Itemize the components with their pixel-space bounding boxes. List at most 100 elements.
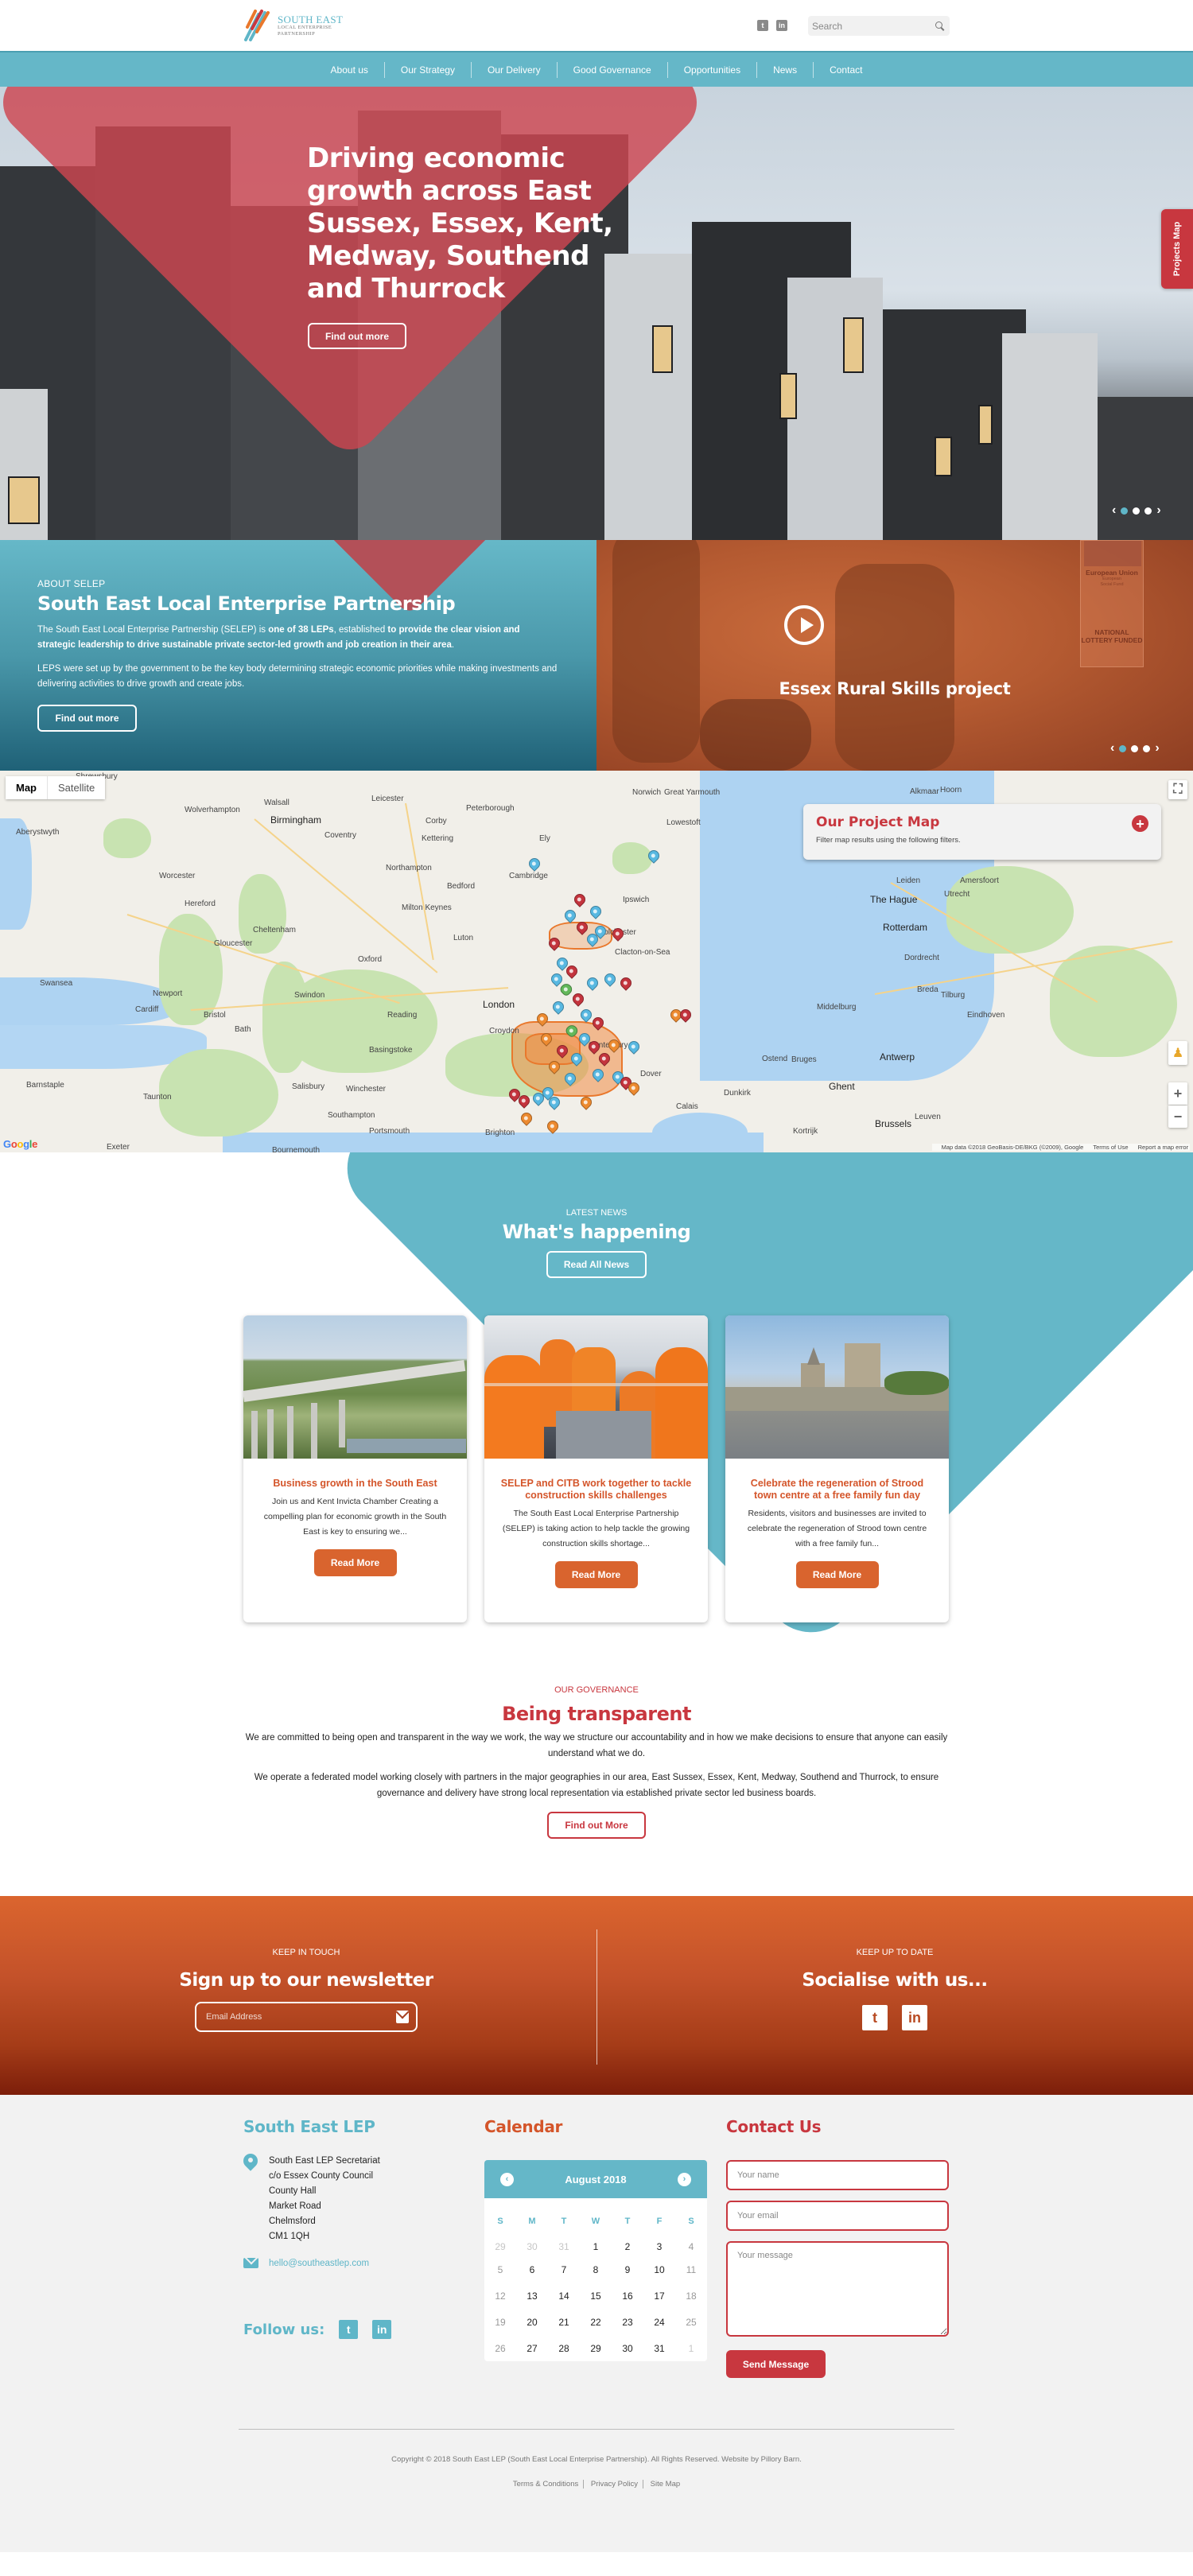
calendar-day[interactable]: 4 (675, 2230, 707, 2256)
twitter-icon[interactable]: t (757, 20, 768, 31)
zoom-in-button[interactable]: + (1168, 1082, 1187, 1105)
linkedin-icon[interactable]: in (372, 2320, 392, 2339)
terms-link[interactable]: Terms & Conditions (507, 2480, 585, 2489)
twitter-icon[interactable]: t (339, 2320, 359, 2339)
project-map[interactable]: ShrewsburyLeicesterPeterboroughWalsallWo… (0, 771, 1193, 1152)
hero-find-out-more-button[interactable]: Find out more (308, 323, 406, 349)
calendar-day[interactable]: 9 (612, 2256, 643, 2283)
calendar-day[interactable]: 19 (484, 2309, 516, 2335)
projects-map-tab[interactable]: Projects Map (1161, 209, 1193, 289)
map-pin-icon[interactable] (602, 971, 618, 987)
map-pin-icon[interactable] (618, 975, 634, 991)
map-terms-link[interactable]: Terms of Use (1093, 1144, 1128, 1151)
nav-good-governance[interactable]: Good Governance (558, 61, 668, 78)
hero-carousel-dot-3[interactable] (1144, 507, 1152, 515)
video-carousel-dot-2[interactable] (1131, 744, 1139, 752)
map-pin-icon[interactable] (626, 1039, 642, 1055)
map-pin-icon[interactable] (588, 903, 604, 919)
twitter-icon[interactable]: t (862, 2005, 888, 2030)
map-type-map-button[interactable]: Map (6, 776, 48, 799)
sitemap-link[interactable]: Site Map (646, 2480, 686, 2489)
calendar-day[interactable]: 17 (643, 2283, 675, 2309)
hero-prev-arrow-icon[interactable]: ‹ (1112, 504, 1116, 517)
calendar-day[interactable]: 18 (675, 2283, 707, 2309)
nav-news[interactable]: News (757, 61, 814, 78)
map-pin-icon[interactable] (578, 1094, 594, 1110)
contact-name-input[interactable] (726, 2160, 949, 2190)
news-card-title[interactable]: Celebrate the regeneration of Strood tow… (740, 1478, 935, 1502)
governance-find-out-more-button[interactable]: Find out More (547, 1812, 646, 1839)
calendar-day[interactable]: 12 (484, 2283, 516, 2309)
calendar-day[interactable]: 26 (484, 2335, 516, 2361)
calendar-day[interactable]: 29 (484, 2230, 516, 2256)
news-image-construction[interactable] (484, 1315, 708, 1459)
newsletter-email-input[interactable] (206, 2012, 396, 2022)
map-pin-icon[interactable] (519, 1110, 534, 1126)
map-pin-icon[interactable] (678, 1007, 694, 1023)
map-pin-icon[interactable] (570, 991, 586, 1007)
calendar-day[interactable]: 3 (643, 2230, 675, 2256)
calendar-day[interactable]: 31 (643, 2335, 675, 2361)
calendar-day[interactable]: 16 (612, 2283, 643, 2309)
read-all-news-button[interactable]: Read All News (546, 1251, 647, 1278)
nav-opportunities[interactable]: Opportunities (668, 61, 758, 78)
envelope-submit-icon[interactable] (396, 2011, 409, 2023)
contact-email-input[interactable] (726, 2201, 949, 2231)
nav-our-delivery[interactable]: Our Delivery (472, 61, 558, 78)
hero-next-arrow-icon[interactable]: › (1156, 504, 1160, 517)
calendar-next-icon[interactable]: › (678, 2172, 691, 2186)
calendar-day[interactable]: 11 (675, 2256, 707, 2283)
map-pin-icon[interactable] (527, 856, 542, 872)
news-image-strood-castle[interactable] (725, 1315, 949, 1459)
calendar-day[interactable]: 7 (548, 2256, 580, 2283)
map-type-satellite-button[interactable]: Satellite (48, 776, 106, 799)
search-input[interactable] (812, 20, 935, 32)
footer-email-link[interactable]: hello@southeastlep.com (269, 2259, 369, 2268)
fullscreen-icon[interactable]: ⛶ (1168, 780, 1187, 799)
nav-our-strategy[interactable]: Our Strategy (385, 61, 472, 78)
linkedin-icon[interactable]: in (776, 20, 787, 31)
privacy-link[interactable]: Privacy Policy (585, 2480, 643, 2489)
contact-message-textarea[interactable] (726, 2241, 949, 2337)
calendar-day[interactable]: 14 (548, 2283, 580, 2309)
calendar-day[interactable]: 31 (548, 2230, 580, 2256)
news-card-title[interactable]: Business growth in the South East (258, 1478, 453, 1490)
calendar-day[interactable]: 23 (612, 2309, 643, 2335)
calendar-day[interactable]: 21 (548, 2309, 580, 2335)
calendar-day[interactable]: 30 (612, 2335, 643, 2361)
calendar-day[interactable]: 30 (516, 2230, 548, 2256)
play-video-button[interactable] (784, 605, 824, 645)
site-logo[interactable]: SOUTH EAST LOCAL ENTERPRISE PARTNERSHIP (241, 8, 352, 43)
hero-carousel-dot-1[interactable] (1121, 507, 1129, 515)
video-carousel-dot-1[interactable] (1119, 744, 1127, 752)
calendar-day[interactable]: 1 (580, 2230, 612, 2256)
search-icon[interactable] (935, 21, 943, 31)
news-card-title[interactable]: SELEP and CITB work together to tackle c… (499, 1478, 694, 1502)
calendar-day[interactable]: 13 (516, 2283, 548, 2309)
send-message-button[interactable]: Send Message (726, 2350, 826, 2378)
map-pin-icon[interactable] (585, 975, 600, 991)
calendar-day[interactable]: 15 (580, 2283, 612, 2309)
nav-about-us[interactable]: About us (315, 61, 385, 78)
read-more-button[interactable]: Read More (795, 1561, 879, 1588)
calendar-day[interactable]: 5 (484, 2256, 516, 2283)
calendar-day[interactable]: 10 (643, 2256, 675, 2283)
map-pin-icon[interactable] (572, 892, 588, 907)
map-pin-icon[interactable] (578, 1007, 594, 1023)
video-prev-arrow-icon[interactable]: ‹ (1110, 742, 1114, 755)
calendar-day[interactable]: 28 (548, 2335, 580, 2361)
calendar-day[interactable]: 2 (612, 2230, 643, 2256)
map-pin-icon[interactable] (545, 1118, 561, 1134)
video-carousel-dot-3[interactable] (1143, 744, 1151, 752)
calendar-day[interactable]: 24 (643, 2309, 675, 2335)
calendar-day[interactable]: 22 (580, 2309, 612, 2335)
nav-contact[interactable]: Contact (814, 62, 878, 78)
read-more-button[interactable]: Read More (313, 1549, 397, 1576)
map-pin-icon[interactable] (550, 999, 566, 1015)
calendar-day[interactable]: 6 (516, 2256, 548, 2283)
calendar-day[interactable]: 25 (675, 2309, 707, 2335)
street-view-pegman-icon[interactable]: ♟ (1168, 1041, 1187, 1065)
calendar-day[interactable]: 8 (580, 2256, 612, 2283)
map-pin-icon[interactable] (558, 981, 574, 997)
calendar-day[interactable]: 27 (516, 2335, 548, 2361)
